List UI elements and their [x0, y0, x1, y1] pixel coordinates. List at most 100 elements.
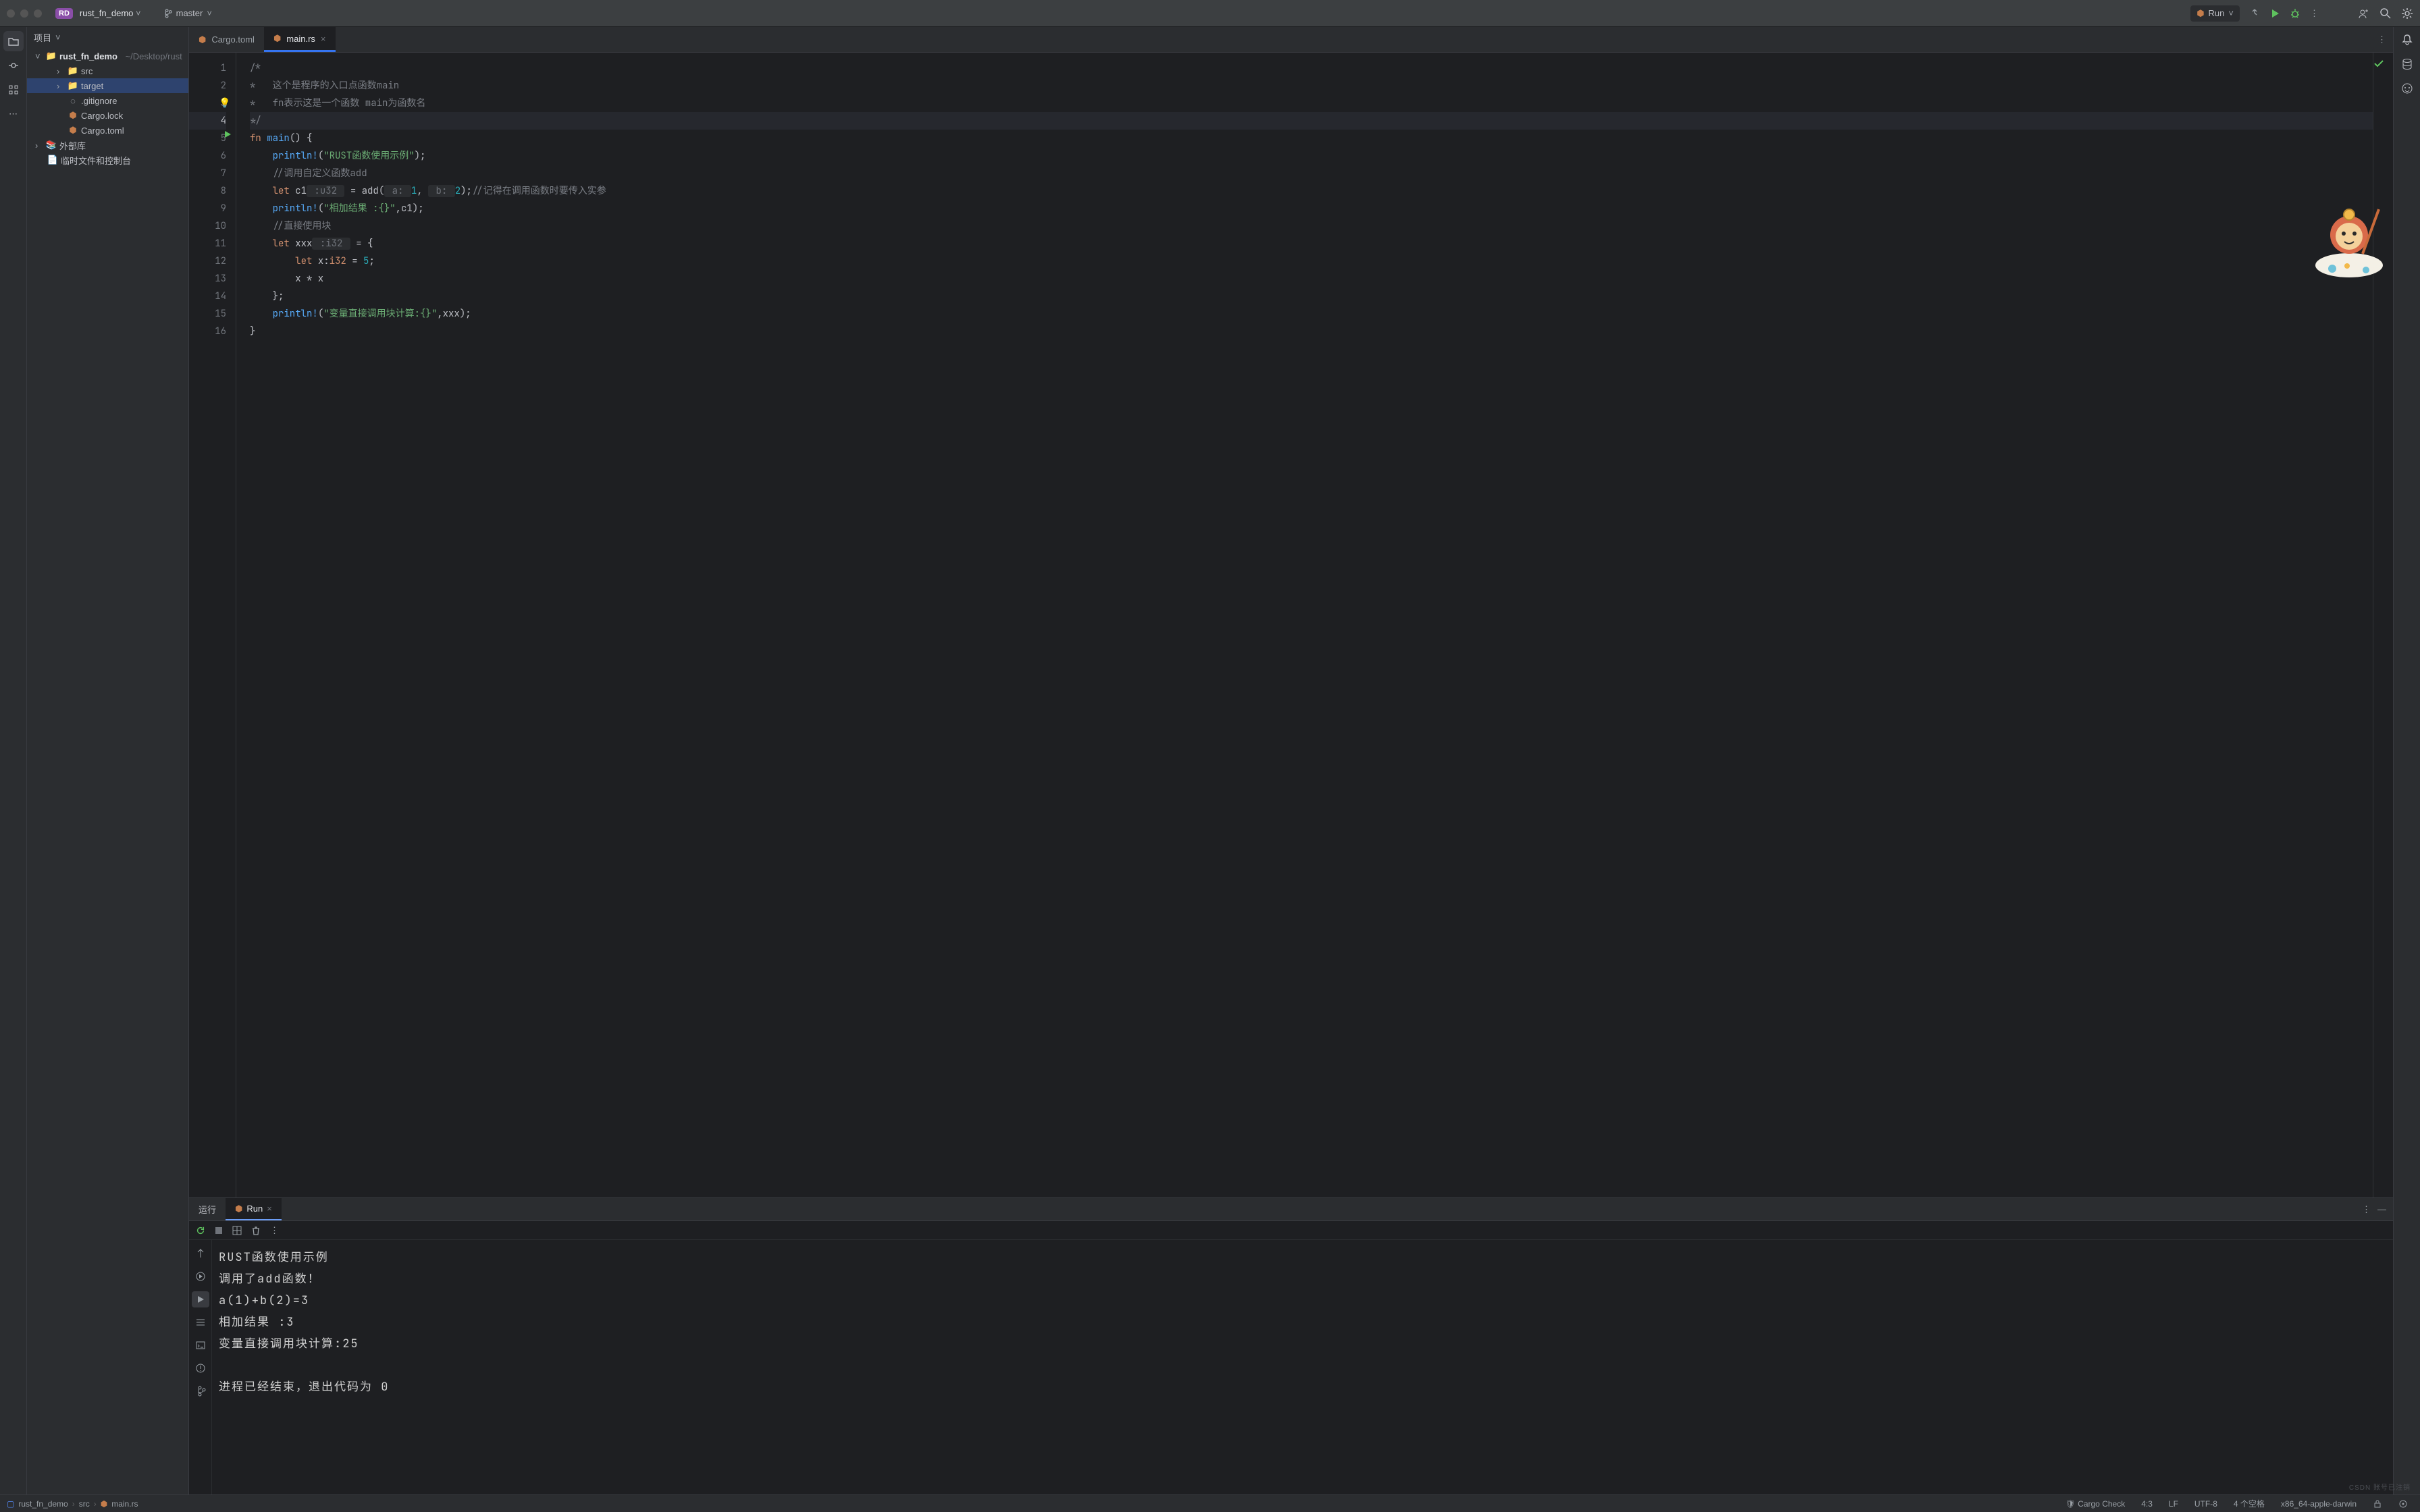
notifications-icon[interactable] — [2398, 31, 2416, 49]
power-save-icon[interactable] — [2393, 1499, 2413, 1509]
editor-tab[interactable]: ⬢ main.rs× — [264, 27, 336, 52]
check-icon — [2373, 58, 2384, 69]
code-line[interactable]: let xxx :i32 = { — [250, 235, 2373, 252]
intention-bulb-icon[interactable]: 💡 — [219, 94, 230, 112]
layout-icon[interactable] — [232, 1226, 242, 1235]
project-tool-button[interactable] — [3, 31, 24, 51]
code-line[interactable]: * fn表示这是一个函数 main为函数名 — [250, 94, 2373, 112]
structure-tool-button[interactable] — [3, 80, 24, 100]
line-number[interactable]: 16 — [189, 323, 226, 340]
code-line[interactable]: } — [250, 323, 2373, 340]
line-number[interactable]: 4 — [189, 112, 226, 130]
stop-icon[interactable] — [215, 1226, 223, 1235]
more-icon[interactable]: ⋮ — [270, 1225, 279, 1236]
minimize-window[interactable] — [20, 9, 28, 18]
run-config-tab[interactable]: ⬢ Run × — [226, 1198, 282, 1220]
tree-row-root[interactable]: ˅ 📁 rust_fn_demo ~/Desktop/rust — [27, 49, 188, 63]
code-line[interactable]: */ — [250, 112, 2373, 130]
lock-icon[interactable] — [2367, 1499, 2388, 1509]
code-line[interactable]: println!("变量直接调用块计算:{}",xxx); — [250, 305, 2373, 323]
line-separator[interactable]: LF — [2163, 1499, 2184, 1509]
line-number[interactable]: 💡3 — [189, 94, 226, 112]
editor-tab[interactable]: ⬢ Cargo.toml — [189, 27, 264, 52]
line-number[interactable]: 15 — [189, 305, 226, 323]
search-icon[interactable] — [2379, 7, 2392, 20]
line-number[interactable]: 10 — [189, 217, 226, 235]
code-line[interactable]: * 这个是程序的入口点函数main — [250, 77, 2373, 94]
line-number[interactable]: 8 — [189, 182, 226, 200]
zoom-window[interactable] — [34, 9, 42, 18]
editor[interactable]: 12💡345678910111213141516 /** 这个是程序的入口点函数… — [189, 53, 2393, 1197]
tree-row-extlibs[interactable]: › 📚 外部库 — [27, 138, 188, 153]
tool-window-options-icon[interactable]: ⋮ — [2362, 1204, 2371, 1215]
run-button[interactable] — [2269, 8, 2280, 19]
code-line[interactable]: println!("相加结果 :{}",c1); — [250, 200, 2373, 217]
gutter[interactable]: 12💡345678910111213141516 — [189, 53, 236, 1197]
code-line[interactable]: //调用自定义函数add — [250, 165, 2373, 182]
code-line[interactable]: let c1 :u32 = add( a: 1, b: 2);//记得在调用函数… — [250, 182, 2373, 200]
soft-wrap-icon[interactable] — [195, 1314, 206, 1330]
close-window[interactable] — [7, 9, 15, 18]
vcs-branch[interactable]: master ˅ — [163, 8, 212, 18]
breadcrumb[interactable]: ▢ rust_fn_demo › src › ⬢ main.rs — [7, 1499, 138, 1509]
file-encoding[interactable]: UTF-8 — [2189, 1499, 2223, 1509]
update-project-icon[interactable] — [2249, 8, 2260, 19]
line-number[interactable]: 5 — [189, 130, 226, 147]
close-icon[interactable]: × — [321, 34, 326, 44]
run-gutter-icon[interactable] — [223, 130, 232, 139]
warning-icon[interactable] — [195, 1360, 206, 1376]
line-number[interactable]: 2 — [189, 77, 226, 94]
filter-icon[interactable] — [195, 1245, 206, 1262]
close-icon[interactable]: × — [267, 1204, 272, 1214]
tree-row[interactable]: › 📁 src — [27, 63, 188, 78]
commit-tool-button[interactable] — [3, 55, 24, 76]
line-number[interactable]: 12 — [189, 252, 226, 270]
line-number[interactable]: 6 — [189, 147, 226, 165]
run-play-icon[interactable] — [192, 1291, 209, 1307]
code-line[interactable]: //直接使用块 — [250, 217, 2373, 235]
project-name-dropdown[interactable]: rust_fn_demo ˅ — [80, 8, 141, 18]
database-icon[interactable] — [2398, 55, 2416, 73]
target-widget[interactable]: x86_64-apple-darwin — [2276, 1499, 2362, 1509]
window-traffic-lights[interactable] — [7, 9, 42, 18]
rerun-icon[interactable] — [196, 1226, 205, 1235]
line-number[interactable]: 1 — [189, 59, 226, 77]
ai-assistant-icon[interactable] — [2398, 80, 2416, 97]
minimize-tool-window-icon[interactable]: — — [2377, 1204, 2386, 1214]
tree-row-scratches[interactable]: 📄 临时文件和控制台 — [27, 153, 188, 167]
git-icon[interactable] — [195, 1383, 206, 1399]
line-number[interactable]: 9 — [189, 200, 226, 217]
code-line[interactable]: /* — [250, 59, 2373, 77]
project-pane-header[interactable]: 项目 ˅ — [27, 27, 188, 47]
code-line[interactable]: println!("RUST函数使用示例"); — [250, 147, 2373, 165]
console-output[interactable]: RUST函数使用示例 调用了add函数！ a(1)+b(2)=3 相加结果 :3… — [212, 1240, 2393, 1494]
code-line[interactable]: let x:i32 = 5; — [250, 252, 2373, 270]
more-actions-icon[interactable]: ⋮ — [2310, 8, 2319, 19]
code-with-me-icon[interactable] — [2358, 7, 2370, 20]
tree-row[interactable]: › 📁 target — [27, 78, 188, 93]
code-line[interactable]: }; — [250, 288, 2373, 305]
caret-position[interactable]: 4:3 — [2136, 1499, 2158, 1509]
tree-row[interactable]: ⬢ Cargo.lock — [27, 108, 188, 123]
run-config-selector[interactable]: ⬢ Run ˅ — [2190, 5, 2240, 22]
code-line[interactable]: x * x — [250, 270, 2373, 288]
code-line[interactable]: fn main() { — [250, 130, 2373, 147]
tree-row[interactable]: ⬢ Cargo.toml — [27, 123, 188, 138]
console-icon[interactable] — [195, 1337, 206, 1353]
run-tool-label[interactable]: 运行 — [189, 1198, 226, 1220]
editor-tabs-more-icon[interactable]: ⋮ — [2371, 27, 2393, 52]
tree-row[interactable]: ◌ .gitignore — [27, 93, 188, 108]
line-number[interactable]: 11 — [189, 235, 226, 252]
cargo-check-widget[interactable]: 🛡 Cargo Check — [2060, 1499, 2131, 1509]
indent-widget[interactable]: 4 个空格 — [2228, 1498, 2270, 1509]
line-number[interactable]: 14 — [189, 288, 226, 305]
line-number[interactable]: 13 — [189, 270, 226, 288]
project-tree[interactable]: ˅ 📁 rust_fn_demo ~/Desktop/rust › 📁 src … — [27, 47, 188, 167]
more-tool-button[interactable]: ⋯ — [3, 104, 24, 124]
debug-button[interactable] — [2290, 8, 2300, 19]
line-number[interactable]: 7 — [189, 165, 226, 182]
settings-icon[interactable] — [2401, 7, 2413, 20]
code-area[interactable]: /** 这个是程序的入口点函数main* fn表示这是一个函数 main为函数名… — [236, 53, 2373, 1197]
delete-icon[interactable] — [251, 1226, 261, 1235]
scroll-to-end-icon[interactable] — [195, 1268, 206, 1285]
